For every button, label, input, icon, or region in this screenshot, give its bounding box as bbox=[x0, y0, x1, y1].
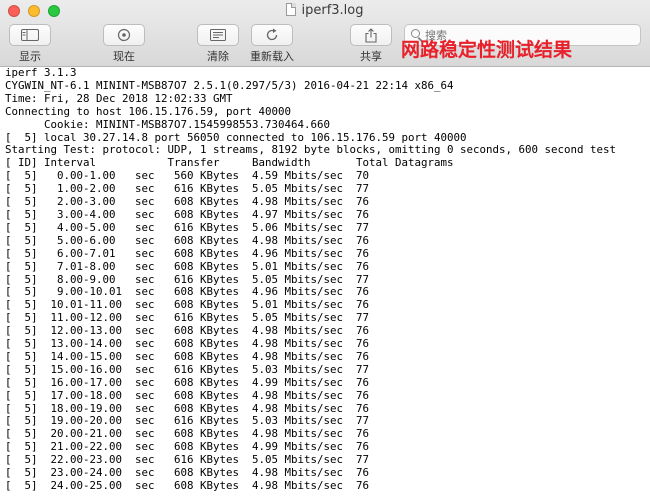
clear-label: 清除 bbox=[207, 50, 229, 63]
title-bar: iperf3.log 显示 现在 清除 重新载入 共享 搜索 网路稳定性测试结果 bbox=[0, 0, 650, 67]
log-line: CYGWIN_NT-6.1 MININT-MSB87O7 2.5.1(0.297… bbox=[5, 78, 454, 92]
log-line: [ 5] 24.00-25.00 sec 608 KBytes 4.98 Mbi… bbox=[5, 479, 370, 492]
clear-icon bbox=[210, 29, 226, 41]
share-label: 共享 bbox=[360, 50, 382, 63]
target-icon bbox=[117, 28, 131, 42]
log-line: [ 5] 17.00-18.00 sec 608 KBytes 4.98 Mbi… bbox=[5, 388, 370, 402]
log-line: [ 5] 15.00-16.00 sec 616 KBytes 5.03 Mbi… bbox=[5, 362, 370, 376]
console-window: iperf3.log 显示 现在 清除 重新载入 共享 搜索 网路稳定性测试结果… bbox=[0, 0, 650, 500]
reload-button[interactable] bbox=[251, 24, 293, 46]
log-text: iperf 3.1.3 CYGWIN_NT-6.1 MININT-MSB87O7 … bbox=[0, 67, 650, 493]
log-view[interactable]: iperf 3.1.3 CYGWIN_NT-6.1 MININT-MSB87O7 … bbox=[0, 67, 650, 500]
log-line: [ 5] 5.00-6.00 sec 608 KBytes 4.98 Mbits… bbox=[5, 233, 370, 247]
log-line: [ 5] 7.01-8.00 sec 608 KBytes 5.01 Mbits… bbox=[5, 259, 370, 273]
log-line: [ 5] 3.00-4.00 sec 608 KBytes 4.97 Mbits… bbox=[5, 207, 370, 221]
share-button[interactable] bbox=[350, 24, 392, 46]
search-icon bbox=[411, 29, 420, 38]
display-button[interactable] bbox=[9, 24, 51, 46]
now-button[interactable] bbox=[103, 24, 145, 46]
log-line: Cookie: MININT-MSB87O7.1545998553.730464… bbox=[5, 117, 331, 131]
overlay-caption: 网路稳定性测试结果 bbox=[401, 39, 573, 61]
reload-icon bbox=[266, 28, 278, 41]
now-label: 现在 bbox=[113, 50, 135, 63]
log-line: Connecting to host 106.15.176.59, port 4… bbox=[5, 104, 292, 118]
log-line: [ 5] 14.00-15.00 sec 608 KBytes 4.98 Mbi… bbox=[5, 349, 370, 363]
document-icon bbox=[286, 3, 297, 16]
log-line: [ 5] 4.00-5.00 sec 616 KBytes 5.06 Mbits… bbox=[5, 220, 370, 234]
clear-button[interactable] bbox=[197, 24, 239, 46]
log-line: [ 5] 6.00-7.01 sec 608 KBytes 4.96 Mbits… bbox=[5, 246, 370, 260]
reload-label: 重新载入 bbox=[250, 50, 294, 63]
log-line: [ 5] 13.00-14.00 sec 608 KBytes 4.98 Mbi… bbox=[5, 337, 370, 351]
sidebar-icon bbox=[21, 29, 39, 41]
log-line: [ 5] 16.00-17.00 sec 608 KBytes 4.99 Mbi… bbox=[5, 375, 370, 389]
window-title-text: iperf3.log bbox=[301, 3, 364, 18]
log-line: iperf 3.1.3 bbox=[5, 67, 77, 79]
share-icon bbox=[365, 27, 377, 43]
window-title: iperf3.log bbox=[0, 3, 650, 19]
display-label: 显示 bbox=[19, 50, 41, 63]
log-line: Time: Fri, 28 Dec 2018 12:02:33 GMT bbox=[5, 91, 233, 105]
